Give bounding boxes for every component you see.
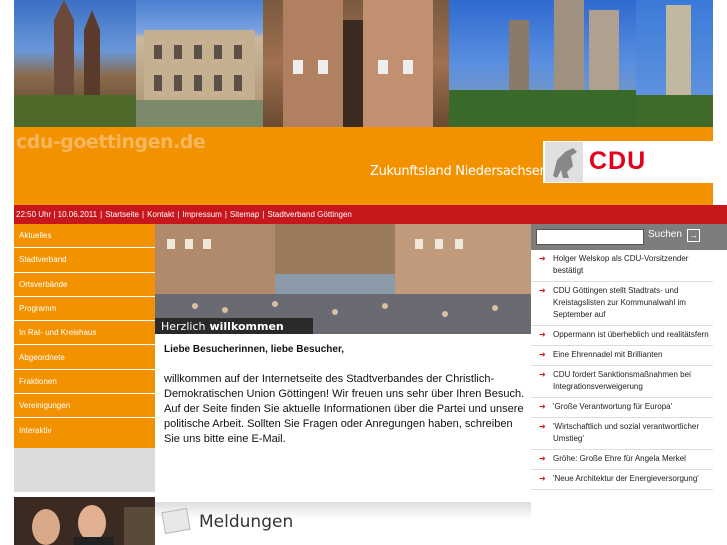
cdu-logo[interactable]: CDU — [543, 141, 713, 183]
arrow-right-icon: ➔ — [539, 454, 546, 463]
header-photo-oldtown — [263, 0, 449, 127]
sidebar-item-stadtverband[interactable]: Stadtverband — [14, 248, 155, 273]
header-photo-highrise — [636, 0, 713, 127]
news-item[interactable]: ➔ 'Große Verantwortung für Europa' — [531, 398, 713, 418]
welcome-prefix: Herzlich — [161, 319, 206, 333]
meldungen-title: Meldungen — [199, 512, 294, 532]
news-item[interactable]: ➔ 'Neue Architektur der Energieversorgung… — [531, 470, 713, 490]
sidebar-item-programm[interactable]: Programm — [14, 297, 155, 322]
decorative-strip — [713, 205, 727, 224]
nav-link-kontakt[interactable]: Kontakt — [147, 210, 174, 219]
nav-link-stadtverband[interactable]: Stadtverband Göttingen — [267, 210, 352, 219]
decorative-strip-grey — [713, 224, 727, 250]
news-item[interactable]: ➔ CDU Göttingen stellt Stadtrats- und Kre… — [531, 282, 713, 326]
page: cdu-goettingen.de Zukunftsland Niedersac… — [0, 0, 727, 545]
datetime: 22:50 Uhr | 10.06.2011 — [16, 210, 98, 219]
arrow-right-icon: ➔ — [539, 474, 546, 483]
arrow-right-icon: ➔ — [539, 286, 546, 295]
greeting: Liebe Besucherinnen, liebe Besucher, — [164, 344, 345, 355]
sidebar-item-vereinigungen[interactable]: Vereinigungen — [14, 394, 155, 419]
welcome-text: Liebe Besucherinnen, liebe Besucher, wil… — [164, 342, 526, 447]
news-item[interactable]: ➔ CDU fordert Sanktionsmaßnahmen bei Inte… — [531, 366, 713, 398]
sidebar-item-rat-kreishaus[interactable]: In Rat- und Kreishaus — [14, 321, 155, 346]
news-item[interactable]: ➔ Oppermann ist überheblich und realitäts… — [531, 326, 713, 346]
header-photo-strip — [14, 0, 713, 127]
nav-link-sitemap[interactable]: Sitemap — [230, 210, 259, 219]
newspaper-icon — [161, 507, 191, 535]
news-item[interactable]: ➔ Holger Welskop als CDU-Vorsitzender bes… — [531, 250, 713, 282]
header-photo-tower — [449, 0, 636, 127]
search-input[interactable] — [536, 229, 644, 245]
welcome-paragraph-2: Auf der Seite finden Sie aktuelle Inform… — [164, 403, 524, 445]
sidebar-item-ortsverbaende[interactable]: Ortsverbände — [14, 273, 155, 297]
horse-logo-icon — [545, 142, 583, 182]
arrow-right-icon: ➔ — [539, 422, 546, 431]
sidebar-item-interaktiv[interactable]: Interaktiv — [14, 418, 155, 442]
search-button-label[interactable]: Suchen — [648, 229, 682, 240]
welcome-bold: willkommen — [209, 319, 284, 333]
news-item[interactable]: ➔ Eine Ehrennadel mit Brillianten — [531, 346, 713, 366]
sidebar-item-abgeordnete[interactable]: Abgeordnete — [14, 345, 155, 370]
slogan: Zukunftsland Niedersachsen. — [370, 164, 552, 179]
arrow-right-icon: ➔ — [539, 370, 546, 379]
news-item[interactable]: ➔ 'Wirtschaftlich und sozial verantwortli… — [531, 418, 713, 450]
news-item[interactable]: ➔ Gröhe: Große Ehre für Angela Merkel — [531, 450, 713, 470]
top-navigation-bar: 22:50 Uhr | 10.06.2011 | Startseite | Ko… — [14, 205, 713, 224]
header-photo-church — [14, 0, 136, 127]
cdu-logo-text: CDU — [589, 147, 647, 175]
site-name: cdu-goettingen.de — [16, 131, 206, 153]
search-box: Suchen → — [531, 224, 713, 250]
meldungen-section: Meldungen — [155, 502, 531, 545]
nav-link-impressum[interactable]: Impressum — [182, 210, 222, 219]
arrow-right-icon: ➔ — [539, 350, 546, 359]
header-photo-palace — [136, 0, 263, 127]
sidebar-spacer — [14, 448, 155, 492]
arrow-right-icon: ➔ — [539, 254, 546, 263]
sidebar-navigation: Aktuelles Stadtverband Ortsverbände Prog… — [14, 224, 155, 456]
search-arrow-icon[interactable]: → — [687, 229, 700, 242]
news-list: ➔ Holger Welskop als CDU-Vorsitzender bes… — [531, 250, 713, 490]
sidebar-photo — [14, 497, 155, 545]
header-brand-band: cdu-goettingen.de Zukunftsland Niedersac… — [14, 127, 713, 205]
arrow-right-icon: ➔ — [539, 402, 546, 411]
sidebar-item-fraktionen[interactable]: Fraktionen — [14, 370, 155, 395]
nav-link-startseite[interactable]: Startseite — [105, 210, 139, 219]
welcome-banner: Herzlich willkommen — [155, 318, 313, 334]
sidebar-item-aktuelles[interactable]: Aktuelles — [14, 224, 155, 249]
arrow-right-icon: ➔ — [539, 330, 546, 339]
welcome-paragraph-1: willkommen auf der Internetseite des Sta… — [164, 373, 525, 400]
